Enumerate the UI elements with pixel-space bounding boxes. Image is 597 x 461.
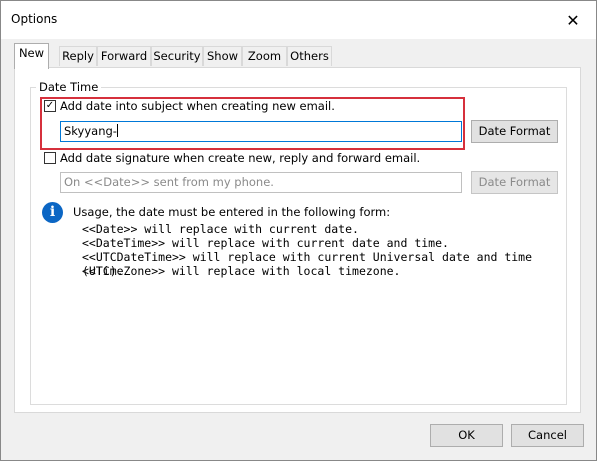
subject-date-row: ✓ Add date into subject when creating ne… (44, 99, 335, 113)
signature-date-row: Add date signature when create new, repl… (44, 151, 420, 165)
usage-line-timezone: <<TimeZone>> will replace with local tim… (82, 264, 401, 278)
cancel-button[interactable]: Cancel (511, 424, 584, 447)
tab-show[interactable]: Show (203, 46, 242, 66)
subject-date-label: Add date into subject when creating new … (60, 99, 335, 113)
text-cursor (116, 124, 118, 137)
tab-new[interactable]: New (14, 43, 49, 69)
subject-date-checkbox[interactable]: ✓ (44, 100, 56, 112)
title-bar: Options ✕ (1, 1, 596, 39)
tab-panel-new: Date Time ✓ Add date into subject when c… (14, 67, 581, 413)
signature-date-label: Add date signature when create new, repl… (60, 151, 421, 165)
usage-line-datetime: <<DateTime>> will replace with current d… (82, 236, 449, 250)
signature-date-format-button[interactable]: Date Format (471, 171, 558, 194)
tab-forward[interactable]: Forward (97, 46, 151, 66)
tab-zoom[interactable]: Zoom (242, 46, 287, 66)
signature-date-checkbox[interactable] (44, 152, 56, 164)
usage-heading: Usage, the date must be entered in the f… (73, 205, 391, 219)
tab-security[interactable]: Security (151, 46, 203, 66)
signature-format-input[interactable]: On <<Date>> sent from my phone. (60, 172, 462, 193)
subject-prefix-input[interactable]: Skyyang- (60, 121, 462, 142)
checkmark-icon: ✓ (45, 100, 55, 111)
info-icon: i (42, 202, 63, 223)
date-time-group: Date Time ✓ Add date into subject when c… (30, 80, 567, 405)
group-label: Date Time (36, 80, 102, 94)
tab-others[interactable]: Others (287, 46, 332, 66)
subject-date-format-button[interactable]: Date Format (471, 120, 558, 143)
close-icon[interactable]: ✕ (550, 1, 596, 39)
window-title: Options (11, 12, 58, 26)
usage-line-date: <<Date>> will replace with current date. (82, 222, 359, 236)
tab-reply[interactable]: Reply (59, 46, 97, 66)
options-dialog: Options ✕ New Reply Forward Security Sho… (0, 0, 597, 461)
ok-button[interactable]: OK (430, 424, 503, 447)
